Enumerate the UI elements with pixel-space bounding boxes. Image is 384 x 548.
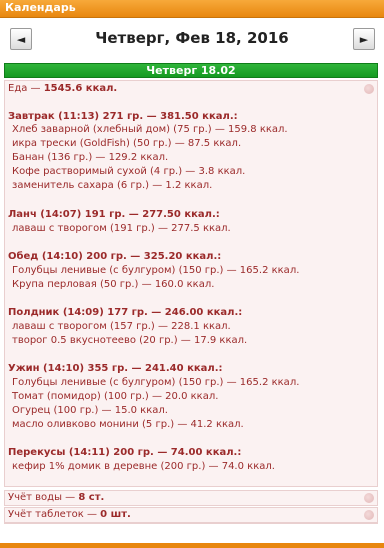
food-total-label: Еда — (8, 83, 44, 94)
hand-icon[interactable] (364, 493, 374, 503)
meal-header: Завтрак (11:13) 271 гр. — 381.50 ккал.: (8, 111, 238, 122)
food-panel[interactable]: Еда — 1545.6 ккал. Завтрак (11:13) 271 г… (4, 80, 378, 487)
next-day-button[interactable]: ► (353, 28, 375, 50)
meal-header: Перекусы (14:11) 200 гр. — 74.00 ккал.: (8, 447, 242, 458)
pills-value: 0 шт. (100, 509, 131, 520)
meal-item[interactable]: масло оливково монини (5 гр.) — 41.2 кка… (12, 419, 244, 430)
arrow-left-icon: ◄ (16, 33, 26, 46)
pills-row[interactable]: Учёт таблеток — 0 шт. (4, 507, 378, 523)
meal-header: Ланч (14:07) 191 гр. — 277.50 ккал.: (8, 209, 220, 220)
prev-day-button[interactable]: ◄ (10, 28, 32, 50)
food-total-value: 1545.6 ккал. (43, 83, 118, 94)
date-title: Четверг, Фев 18, 2016 (95, 29, 289, 47)
meal-item[interactable]: Томат (помидор) (100 гр.) — 20.0 ккал. (12, 391, 218, 402)
hand-icon[interactable] (364, 84, 374, 94)
meal-item[interactable]: Огурец (100 гр.) — 15.0 ккал. (12, 405, 168, 416)
hand-icon[interactable] (364, 510, 374, 520)
meal-header: Ужин (14:10) 355 гр. — 241.40 ккал.: (8, 363, 223, 374)
water-row[interactable]: Учёт воды — 8 ст. (4, 490, 378, 506)
meal-header: Полдник (14:09) 177 гр. — 246.00 ккал.: (8, 307, 243, 318)
bottom-bar (0, 543, 384, 548)
meal-item[interactable]: заменитель сахара (6 гр.) — 1.2 ккал. (12, 180, 212, 191)
meal-item[interactable]: лаваш с творогом (191 гр.) — 277.5 ккал. (12, 223, 231, 234)
water-value: 8 ст. (78, 492, 105, 503)
day-header: Четверг 18.02 (4, 63, 378, 78)
meal-item[interactable]: Банан (136 гр.) — 129.2 ккал. (12, 152, 168, 163)
meal-item[interactable]: Крупа перловая (50 гр.) — 160.0 ккал. (12, 279, 214, 290)
date-navigation: ◄ Четверг, Фев 18, 2016 ► (0, 18, 384, 62)
arrow-right-icon: ► (359, 33, 369, 46)
divider (4, 523, 378, 524)
meal-item[interactable]: творог 0.5 вкуснотеево (20 гр.) — 17.9 к… (12, 335, 247, 346)
meal-item[interactable]: кефир 1% домик в деревне (200 гр.) — 74.… (12, 461, 275, 472)
meal-header: Обед (14:10) 200 гр. — 325.20 ккал.: (8, 251, 222, 262)
food-total: Еда — 1545.6 ккал. (8, 83, 117, 94)
meal-item[interactable]: Кофе растворимый сухой (4 гр.) — 3.8 кка… (12, 166, 245, 177)
window-title: Календарь (5, 1, 76, 14)
meal-item[interactable]: Голубцы ленивые (с булгуром) (150 гр.) —… (12, 265, 299, 276)
water-label: Учёт воды — (8, 492, 79, 503)
meal-item[interactable]: лаваш с творогом (157 гр.) — 228.1 ккал. (12, 321, 231, 332)
title-bar: Календарь (0, 0, 384, 18)
meal-item[interactable]: Голубцы ленивые (с булгуром) (150 гр.) —… (12, 377, 299, 388)
meal-item[interactable]: Хлеб заварной (хлебный дом) (75 гр.) — 1… (12, 124, 288, 135)
pills-label: Учёт таблеток — (8, 509, 101, 520)
meal-item[interactable]: икра трески (GoldFish) (50 гр.) — 87.5 к… (12, 138, 241, 149)
